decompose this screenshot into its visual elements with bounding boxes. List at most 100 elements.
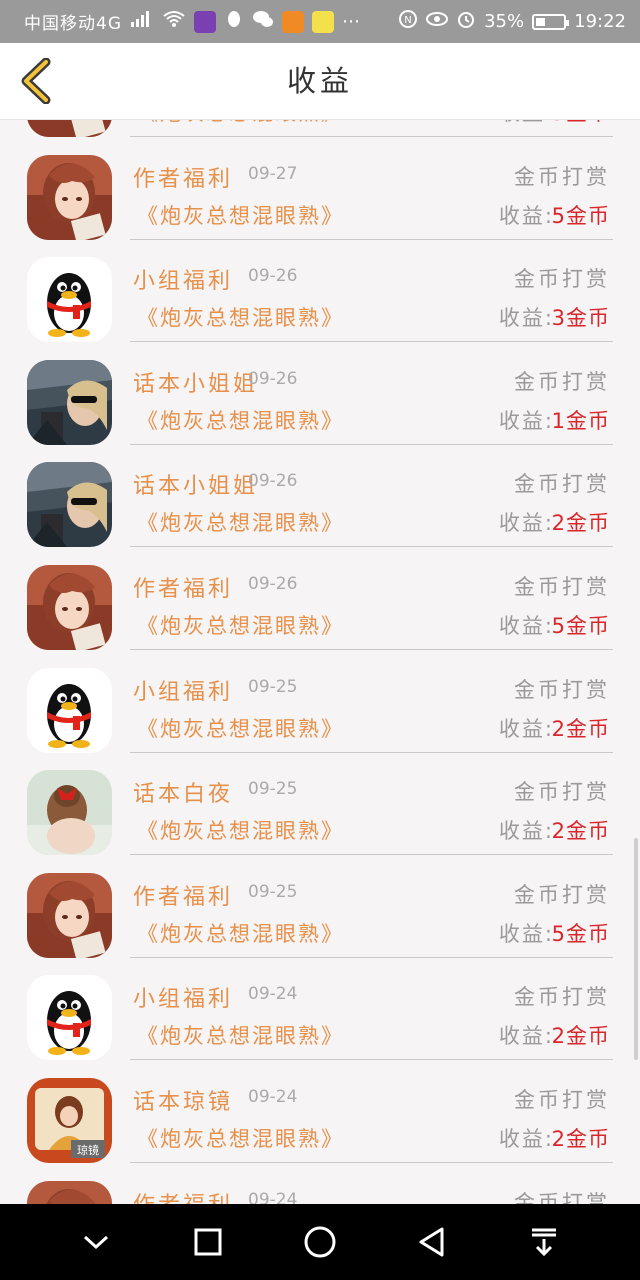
earn-value: 5金币 — [551, 613, 610, 638]
sender-name: 作者福利 — [133, 1187, 233, 1204]
book-title: 《炮灰总想混眼熟》 — [137, 1024, 344, 1049]
book-title: 《炮灰总想混眼熟》 — [137, 408, 344, 433]
tip-type: 金币打赏 — [514, 1190, 610, 1204]
list-item[interactable]: 作者福利 09-27 金币打赏 《炮灰总想混眼熟》 收益: 5金币 — [0, 137, 640, 240]
avatar[interactable] — [27, 154, 112, 240]
collapse-button[interactable] — [71, 1217, 121, 1267]
earn-label: 收益: — [498, 921, 554, 946]
avatar[interactable] — [27, 975, 112, 1061]
sender-name: 作者福利 — [133, 166, 234, 192]
notification-pull-icon — [532, 1228, 556, 1257]
video-icon — [282, 10, 304, 33]
list-item[interactable]: 作者福利 09-26 金币打赏 《炮灰总想混眼熟》 收益: 5金币 — [0, 547, 640, 650]
earn-value: 2金币 — [551, 1126, 610, 1151]
sender-name: 话本白夜 — [133, 782, 234, 808]
earn-label: 收益: — [498, 716, 554, 741]
earnings-list[interactable]: 作者福利金币打赏《炮灰总想混眼熟》收益:5金币作者福利09-27金币打赏《炮灰总… — [0, 120, 640, 1204]
earn-label: 收益: — [498, 408, 554, 433]
battery-icon — [532, 13, 570, 30]
earn-label: 收益: — [498, 1024, 554, 1049]
book-title: 《炮灰总想混眼熟》 — [137, 1126, 344, 1151]
carrier-label: 中国移动4G — [24, 14, 122, 34]
avatar[interactable] — [27, 1180, 112, 1204]
status-bar: 中国移动4G ⋯ N 35% 19:22 — [0, 0, 640, 43]
item-date: 09-24 — [248, 984, 298, 1005]
tip-type: 金币打赏 — [514, 369, 610, 394]
list-item[interactable]: 话本小姐姐 09-26 金币打赏 《炮灰总想混眼熟》 收益: 2金币 — [0, 444, 640, 548]
more-icon: ⋯ — [342, 11, 360, 32]
avatar[interactable] — [27, 770, 112, 856]
avatar[interactable] — [27, 257, 112, 343]
back-triangle-icon — [419, 1227, 444, 1257]
status-right: N 35% 19:22 — [398, 9, 626, 34]
earn-value: 5金币 — [551, 203, 610, 228]
list-item[interactable]: 作者福利 09-25 金币打赏 《炮灰总想混眼熟》 收益: 5金币 — [0, 855, 640, 958]
recents-button[interactable] — [183, 1217, 233, 1267]
sender-name: 话本琼镜 — [133, 1089, 234, 1115]
list-item[interactable]: 作者福利09-24金币打赏《炮灰总想混眼熟》收益:5金币 — [0, 1163, 640, 1204]
avatar[interactable] — [27, 462, 112, 548]
list-item[interactable]: 琼镜 话本琼镜 09-24 金币打赏 《炮灰总想混眼熟》 收益: 2金币 — [0, 1060, 640, 1163]
avatar[interactable] — [27, 359, 112, 445]
page-title: 收益 — [286, 64, 353, 98]
book-title: 《炮灰总想混眼熟》 — [137, 921, 344, 946]
svg-text:琼镜: 琼镜 — [77, 1143, 99, 1157]
qq-icon — [224, 9, 244, 34]
earnings-list-inner: 作者福利金币打赏《炮灰总想混眼熟》收益:5金币作者福利09-27金币打赏《炮灰总… — [0, 120, 640, 1204]
wechat-icon — [252, 9, 274, 34]
earn-label: 收益: — [498, 613, 554, 638]
book-title: 《炮灰总想混眼熟》 — [137, 203, 344, 228]
svg-text:N: N — [404, 15, 411, 26]
book-title: 《炮灰总想混眼熟》 — [137, 306, 344, 331]
wifi-icon — [162, 10, 186, 33]
item-date: 09-25 — [248, 676, 298, 697]
scrollbar[interactable] — [634, 838, 638, 1060]
avatar[interactable] — [27, 667, 112, 753]
earn-value: 2金币 — [551, 1024, 610, 1049]
sender-name: 作者福利 — [133, 884, 234, 910]
list-item[interactable]: 小组福利 09-24 金币打赏《炮灰总想混眼熟》 收益: 2金币 — [0, 957, 640, 1061]
sender-name: 小组福利 — [133, 987, 234, 1013]
signal-icon — [130, 10, 154, 33]
item-date: 09-25 — [248, 881, 298, 902]
nfc-icon: N — [398, 9, 418, 34]
list-item[interactable]: 小组福利 09-26 金币打赏 《炮灰总想混眼熟》 收益: 3金币 — [0, 239, 640, 343]
book-title: 《炮灰总想混眼熟》 — [137, 511, 344, 536]
sender-name: 小组福利 — [133, 269, 234, 295]
avatar[interactable] — [27, 872, 112, 958]
earn-label: 收益: — [498, 819, 554, 844]
earn-value: 5金币 — [552, 120, 610, 127]
avatar[interactable]: 琼镜 — [27, 1077, 112, 1163]
book-title: 《炮灰总想混眼熟》 — [137, 716, 344, 741]
back-nav-button[interactable] — [407, 1217, 457, 1267]
battery-percent: 35% — [484, 11, 525, 32]
eye-icon — [426, 11, 449, 32]
home-button[interactable] — [295, 1217, 345, 1267]
earn-value: 2金币 — [551, 511, 610, 536]
notification-pull-button[interactable] — [519, 1217, 569, 1267]
earn-value: 3金币 — [551, 306, 610, 331]
item-date: 09-24 — [248, 1086, 298, 1107]
item-date: 09-25 — [248, 779, 298, 800]
recents-square-icon — [194, 1228, 222, 1256]
tip-type: 金币打赏 — [514, 574, 610, 599]
earn-label: 收益: — [499, 120, 554, 127]
list-item[interactable]: 话本白夜 09-25 金币打赏 《炮灰总想混眼熟》 收益: 2金币 — [0, 752, 640, 856]
tip-type: 金币打赏 — [514, 267, 610, 292]
tip-type: 金币打赏 — [514, 677, 610, 702]
earn-label: 收益: — [498, 511, 554, 536]
sender-name: 小组福利 — [133, 679, 234, 705]
item-date: 09-26 — [248, 573, 298, 594]
earn-value: 1金币 — [551, 408, 610, 433]
tip-type: 金币打赏 — [514, 1087, 610, 1112]
list-item[interactable]: 小组福利 09-25 金币打赏 《炮灰总想混眼熟》 收益: 2金币 — [0, 650, 640, 753]
item-date: 09-26 — [248, 266, 298, 287]
earn-value: 2金币 — [551, 819, 610, 844]
list-item[interactable]: 话本小姐姐 09-26 金币打赏 《炮灰总想混眼熟》 收益: 1金币 — [0, 342, 640, 445]
tip-type: 金币打赏 — [514, 472, 610, 497]
avatar[interactable] — [27, 120, 112, 137]
avatar[interactable] — [27, 564, 112, 650]
system-navbar — [0, 1204, 640, 1280]
tip-type: 金币打赏 — [514, 985, 610, 1010]
list-item[interactable]: 作者福利金币打赏《炮灰总想混眼熟》收益:5金币 — [0, 120, 640, 137]
